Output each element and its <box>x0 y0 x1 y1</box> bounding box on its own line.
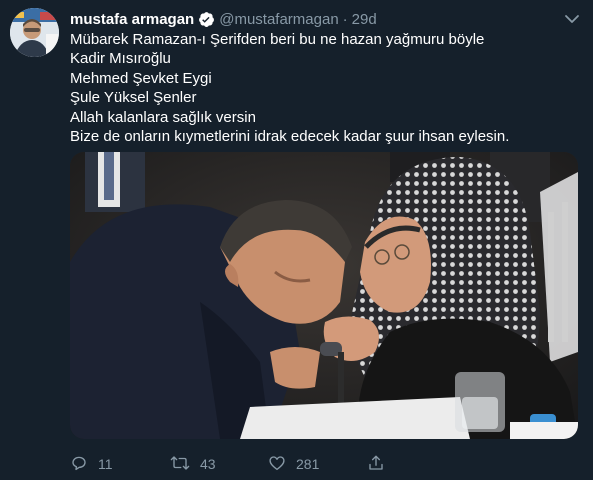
share-icon <box>367 454 385 475</box>
author-handle[interactable]: @mustafarmagan <box>219 11 338 28</box>
retweet-icon <box>170 454 190 475</box>
tweet-text-line: Mehmed Şevket Eygi <box>70 69 212 87</box>
retweet-button[interactable]: 43 <box>170 454 216 474</box>
tweet-photo[interactable] <box>70 152 578 439</box>
reply-icon <box>70 454 88 475</box>
tweet-actions: 11 43 281 <box>70 454 510 474</box>
like-icon <box>268 454 286 475</box>
tweet-text-line: Allah kalanlara sağlık versin <box>70 108 256 126</box>
reply-count: 11 <box>98 456 113 472</box>
verified-badge-icon <box>198 11 215 28</box>
like-count: 281 <box>296 456 320 472</box>
tweet-text-line: Şule Yüksel Şenler <box>70 89 197 107</box>
tweet-text: Mübarek Ramazan-ı Şerifden beri bu ne ha… <box>70 30 570 146</box>
tweet-text-line: Mübarek Ramazan-ı Şerifden beri bu ne ha… <box>70 31 485 48</box>
tweet-timestamp[interactable]: 29d <box>352 11 377 28</box>
tweet[interactable]: mustafa armagan @mustafarmagan · 29d Müb… <box>0 0 593 480</box>
separator-dot: · <box>342 10 348 28</box>
retweet-count: 43 <box>200 456 216 472</box>
tweet-text-line: Bize de onların kıymetlerini idrak edece… <box>70 128 510 146</box>
tweet-text-line: Kadir Mısıroğlu <box>70 50 171 68</box>
chevron-down-icon[interactable] <box>563 10 581 28</box>
like-button[interactable]: 281 <box>268 454 319 474</box>
tweet-header: mustafa armagan @mustafarmagan · 29d <box>70 9 377 29</box>
share-button[interactable] <box>367 454 385 474</box>
author-name[interactable]: mustafa armagan <box>70 11 194 28</box>
avatar[interactable] <box>10 8 59 57</box>
reply-button[interactable]: 11 <box>70 454 113 474</box>
